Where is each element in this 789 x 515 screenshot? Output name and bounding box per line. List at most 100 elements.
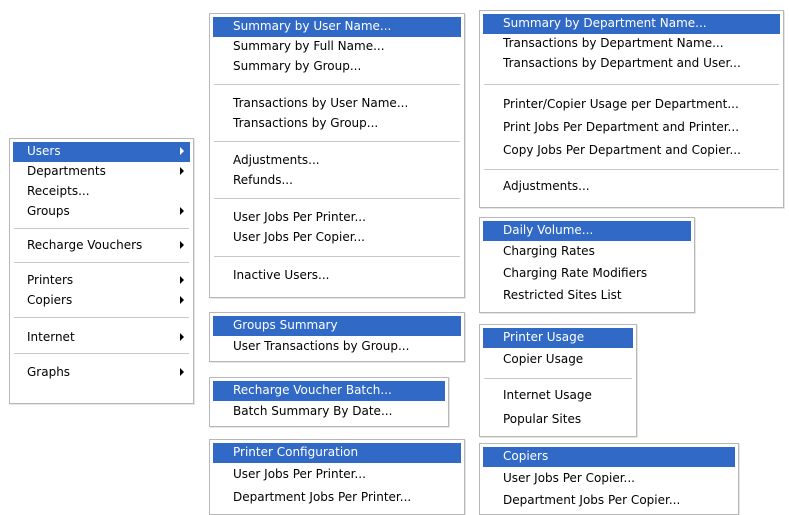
menu-item-label: Recharge Vouchers bbox=[27, 238, 143, 252]
menu-item-printer-copier-usage-per-department[interactable]: Printer/Copier Usage per Department... bbox=[483, 95, 780, 115]
menu-item-label: Printer Usage bbox=[503, 330, 585, 344]
submenu-arrow-icon bbox=[180, 167, 184, 175]
menu-item-label: Summary by User Name... bbox=[233, 19, 392, 33]
menu-item-label: Departments bbox=[27, 164, 106, 178]
menu-item-label: Printer/Copier Usage per Department... bbox=[503, 97, 739, 111]
menu-item-transactions-by-group[interactable]: Transactions by Group... bbox=[213, 114, 461, 134]
menu-item-adjustments[interactable]: Adjustments... bbox=[213, 151, 461, 171]
menu-item-printer-configuration[interactable]: Printer Configuration bbox=[213, 443, 461, 463]
menu-item-label: Groups bbox=[27, 204, 70, 218]
menu-separator bbox=[484, 378, 632, 379]
menu-separator bbox=[214, 198, 460, 199]
menu-item-copiers[interactable]: Copiers bbox=[13, 291, 190, 311]
submenu-arrow-icon bbox=[180, 241, 184, 249]
menu-item-recharge-voucher-batch[interactable]: Recharge Voucher Batch... bbox=[213, 381, 445, 401]
menu-item-label: Printer Configuration bbox=[233, 445, 359, 459]
menu-item-label: Copy Jobs Per Department and Copier... bbox=[503, 143, 741, 157]
submenu-arrow-icon bbox=[180, 207, 184, 215]
menu-separator bbox=[14, 228, 189, 229]
menu-item-label: Graphs bbox=[27, 365, 71, 379]
menu-item-label: Inactive Users... bbox=[233, 268, 330, 282]
menu-item-label: Refunds... bbox=[233, 173, 293, 187]
menu-item-label: Copier Usage bbox=[503, 352, 584, 366]
menu-separator bbox=[214, 141, 460, 142]
menu-item-copiers[interactable]: Copiers bbox=[483, 447, 735, 467]
menu-item-popular-sites[interactable]: Popular Sites bbox=[483, 410, 633, 430]
menu-item-label: Popular Sites bbox=[503, 412, 582, 426]
menu-item-label: Users bbox=[27, 144, 61, 158]
menu-item-internet[interactable]: Internet bbox=[13, 328, 190, 348]
menu-item-label: Adjustments... bbox=[233, 153, 320, 167]
menu-item-label: Summary by Group... bbox=[233, 59, 362, 73]
menu-item-label: Transactions by Department and User... bbox=[503, 56, 741, 70]
menu-item-recharge-vouchers[interactable]: Recharge Vouchers bbox=[13, 236, 190, 256]
menu-item-summary-by-group[interactable]: Summary by Group... bbox=[213, 57, 461, 77]
menu-separator bbox=[484, 84, 779, 85]
menu-item-user-jobs-per-printer-report[interactable]: User Jobs Per Printer... bbox=[213, 465, 461, 485]
menu-item-label: User Transactions by Group... bbox=[233, 339, 410, 353]
menu-item-label: Summary by Department Name... bbox=[503, 16, 707, 30]
receipts-submenu: Daily Volume... Charging Rates Charging … bbox=[479, 217, 695, 313]
menu-item-transactions-by-department-and-user[interactable]: Transactions by Department and User... bbox=[483, 54, 780, 74]
menu-item-summary-by-user-name[interactable]: Summary by User Name... bbox=[213, 17, 461, 37]
menu-item-label: Receipts... bbox=[27, 184, 90, 198]
menu-item-user-jobs-per-copier[interactable]: User Jobs Per Copier... bbox=[213, 228, 461, 248]
menu-item-label: Department Jobs Per Printer... bbox=[233, 490, 412, 504]
menu-item-label: Groups Summary bbox=[233, 318, 338, 332]
submenu-arrow-icon bbox=[180, 333, 184, 341]
menu-item-transactions-by-user-name[interactable]: Transactions by User Name... bbox=[213, 94, 461, 114]
menu-item-department-jobs-per-copier[interactable]: Department Jobs Per Copier... bbox=[483, 491, 735, 511]
menu-item-printer-usage[interactable]: Printer Usage bbox=[483, 328, 633, 348]
menu-item-label: Print Jobs Per Department and Printer... bbox=[503, 120, 740, 134]
menu-item-summary-by-department-name[interactable]: Summary by Department Name... bbox=[483, 14, 780, 34]
menu-item-charging-rates[interactable]: Charging Rates bbox=[483, 242, 691, 262]
submenu-arrow-icon bbox=[180, 368, 184, 376]
menu-item-refunds[interactable]: Refunds... bbox=[213, 171, 461, 191]
menu-item-user-jobs-per-copier-report[interactable]: User Jobs Per Copier... bbox=[483, 469, 735, 489]
submenu-arrow-icon bbox=[180, 147, 184, 155]
menu-item-label: Transactions by User Name... bbox=[233, 96, 409, 110]
menu-item-internet-usage[interactable]: Internet Usage bbox=[483, 386, 633, 406]
menu-item-departments[interactable]: Departments bbox=[13, 162, 190, 182]
menu-item-transactions-by-department-name[interactable]: Transactions by Department Name... bbox=[483, 34, 780, 54]
menu-item-department-adjustments[interactable]: Adjustments... bbox=[483, 177, 780, 197]
menu-item-groups[interactable]: Groups bbox=[13, 202, 190, 222]
menu-item-users[interactable]: Users bbox=[13, 142, 190, 162]
menu-item-label: Restricted Sites List bbox=[503, 288, 622, 302]
menu-item-label: Summary by Full Name... bbox=[233, 39, 385, 53]
menu-separator bbox=[214, 84, 460, 85]
menu-item-summary-by-full-name[interactable]: Summary by Full Name... bbox=[213, 37, 461, 57]
menu-item-label: Daily Volume... bbox=[503, 223, 594, 237]
submenu-arrow-icon bbox=[180, 296, 184, 304]
menu-item-inactive-users[interactable]: Inactive Users... bbox=[213, 266, 461, 286]
menu-item-daily-volume[interactable]: Daily Volume... bbox=[483, 221, 691, 241]
menu-item-copy-jobs-per-department-and-copier[interactable]: Copy Jobs Per Department and Copier... bbox=[483, 141, 780, 161]
users-submenu: Summary by User Name... Summary by Full … bbox=[209, 13, 465, 298]
menu-item-receipts[interactable]: Receipts... bbox=[13, 182, 190, 202]
departments-submenu: Summary by Department Name... Transactio… bbox=[479, 10, 784, 208]
menu-separator bbox=[14, 262, 189, 263]
menu-item-user-jobs-per-printer[interactable]: User Jobs Per Printer... bbox=[213, 208, 461, 228]
menu-item-label: Printers bbox=[27, 273, 74, 287]
menu-item-batch-summary-by-date[interactable]: Batch Summary By Date... bbox=[213, 402, 445, 422]
menu-item-graphs[interactable]: Graphs bbox=[13, 363, 190, 383]
menu-item-groups-summary[interactable]: Groups Summary bbox=[213, 316, 461, 336]
menu-item-department-jobs-per-printer[interactable]: Department Jobs Per Printer... bbox=[213, 488, 461, 508]
menu-item-label: Charging Rate Modifiers bbox=[503, 266, 648, 280]
menu-item-printers[interactable]: Printers bbox=[13, 271, 190, 291]
menu-item-label: Department Jobs Per Copier... bbox=[503, 493, 681, 507]
menu-item-label: Internet bbox=[27, 330, 75, 344]
menu-separator bbox=[484, 169, 779, 170]
menu-item-user-transactions-by-group[interactable]: User Transactions by Group... bbox=[213, 337, 461, 357]
menu-item-label: User Jobs Per Copier... bbox=[233, 230, 365, 244]
menu-item-print-jobs-per-department-and-printer[interactable]: Print Jobs Per Department and Printer... bbox=[483, 118, 780, 138]
menu-item-restricted-sites-list[interactable]: Restricted Sites List bbox=[483, 286, 691, 306]
groups-submenu: Groups Summary User Transactions by Grou… bbox=[209, 312, 465, 362]
menu-item-label: User Jobs Per Copier... bbox=[503, 471, 635, 485]
menu-item-label: Transactions by Group... bbox=[233, 116, 379, 130]
menu-item-label: Transactions by Department Name... bbox=[503, 36, 724, 50]
copiers-submenu: Copiers User Jobs Per Copier... Departme… bbox=[479, 443, 739, 515]
menu-item-charging-rate-modifiers[interactable]: Charging Rate Modifiers bbox=[483, 264, 691, 284]
reports-main-menu: Users Departments Receipts... Groups Rec… bbox=[9, 138, 194, 404]
menu-item-copier-usage[interactable]: Copier Usage bbox=[483, 350, 633, 370]
